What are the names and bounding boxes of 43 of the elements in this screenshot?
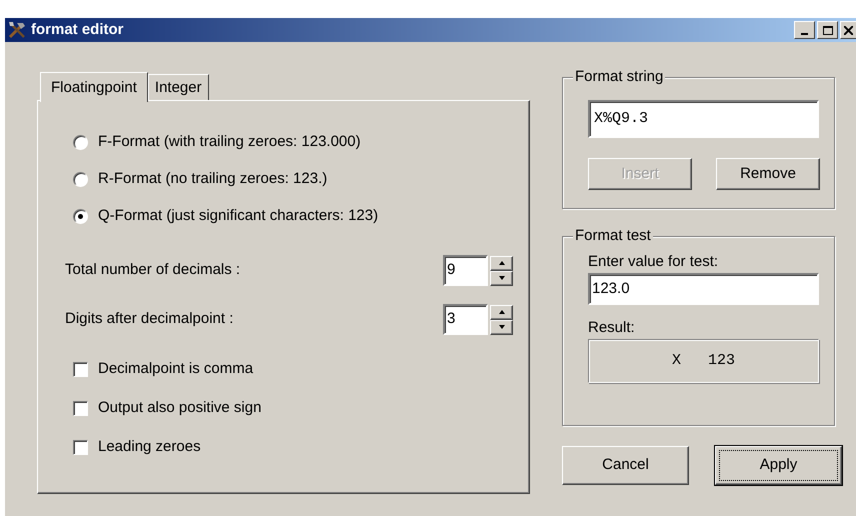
tab[interactable]: Integer (148, 74, 209, 100)
checkbox-label: Output also positive sign (98, 398, 262, 418)
checkbox-label: Decimalpoint is comma (98, 358, 254, 379)
checkbox[interactable] (73, 400, 88, 416)
radio-label: R-Format (no trailing zeroes: 123.) (98, 168, 328, 189)
maximize-button[interactable] (817, 21, 838, 39)
format-string-field[interactable]: X%Q9.3 (588, 100, 819, 138)
radio-label: F-Format (with trailing zeroes: 123.000) (98, 132, 361, 152)
spin-up-button[interactable] (490, 304, 513, 320)
spin-down-button[interactable] (490, 270, 513, 286)
tools-icon (8, 21, 28, 39)
tab[interactable]: Floatingpoint (40, 72, 148, 102)
up-arrow-icon (498, 310, 504, 314)
result-display: X 123 (588, 339, 819, 383)
checkbox[interactable] (73, 440, 88, 454)
radio-label: Q-Format (just significant characters: 123) (98, 206, 378, 226)
checkbox-label: Leading zeroes (98, 436, 201, 457)
checkbox[interactable] (73, 362, 88, 376)
down-arrow-icon (498, 325, 504, 329)
dialog-button[interactable]: Apply (715, 446, 842, 485)
minimize-button[interactable] (794, 21, 815, 39)
group-title: Format string (573, 68, 666, 86)
dialog-button[interactable]: Cancel (562, 446, 689, 485)
maximize-icon (822, 26, 832, 34)
number-field[interactable]: 9 (443, 255, 488, 286)
number-field[interactable]: 3 (443, 304, 488, 335)
spin-up-button[interactable] (490, 256, 513, 270)
radio-button[interactable] (73, 134, 88, 150)
radio-button[interactable] (73, 172, 88, 186)
down-arrow-icon (498, 276, 504, 280)
field-label: Total number of decimals : (65, 260, 240, 280)
action-button[interactable]: Remove (716, 158, 820, 190)
minimize-icon (801, 32, 808, 34)
radio-button[interactable] (73, 208, 88, 224)
window-title: format editor (31, 20, 124, 40)
close-icon (844, 26, 853, 34)
test-value-field[interactable]: 123.0 (588, 273, 819, 305)
spin-down-button[interactable] (490, 320, 513, 334)
field-label: Digits after decimalpoint : (65, 309, 234, 330)
close-button[interactable] (840, 21, 856, 39)
field-label: Result: (588, 319, 636, 337)
up-arrow-icon (498, 261, 504, 265)
field-label: Enter value for test: (588, 253, 720, 271)
